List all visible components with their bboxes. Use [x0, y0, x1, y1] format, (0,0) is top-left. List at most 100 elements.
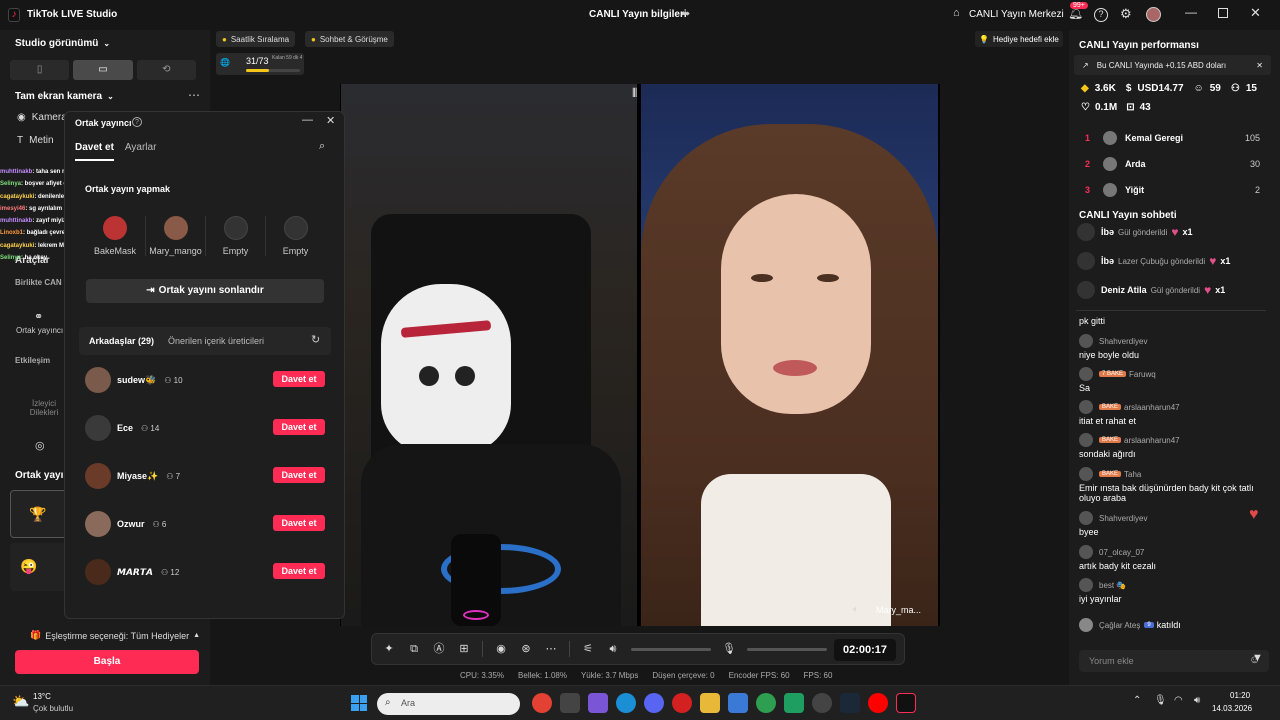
tiktok-live-icon[interactable]	[896, 693, 916, 713]
studio-view-dropdown[interactable]: Studio görünümü ⌄	[15, 38, 110, 49]
match-option-dropdown[interactable]: 🎁 Eşleştirme seçeneği: Tüm Hediyeler ▲	[30, 630, 200, 641]
minimize-icon[interactable]: —	[1185, 5, 1197, 19]
portrait-icon[interactable]: ▯	[10, 60, 70, 80]
invite-button[interactable]: Davet et	[273, 563, 325, 579]
invite-button[interactable]: Davet et	[273, 515, 325, 531]
maximize-icon[interactable]	[1218, 8, 1228, 18]
add-gift-goal-button[interactable]: 💡 Hediye hedefi ekle	[975, 31, 1063, 47]
edge-icon[interactable]	[616, 693, 636, 713]
tab-suggested[interactable]: Önerilen içerik üreticileri	[168, 336, 264, 346]
ai-icon[interactable]: Ⓐ	[432, 642, 446, 656]
rank-position: 2	[1085, 159, 1091, 169]
chrome-alt-icon[interactable]	[756, 693, 776, 713]
gift-goal-widget[interactable]: 🌐 31/73 Kalan 59 dk 48 sn	[216, 53, 304, 75]
wifi-icon[interactable]: ◠	[1174, 695, 1183, 706]
tab-friends[interactable]: Arkadaşlar (29)	[89, 336, 154, 346]
tab-invite[interactable]: Davet et	[75, 142, 114, 161]
end-cohost-button[interactable]: ⇥ Ortak yayını sonlandır	[86, 279, 324, 303]
chevron-up-icon[interactable]: ⌃	[1133, 695, 1141, 706]
friend-name: Miyase✨	[117, 470, 159, 481]
more-icon[interactable]: ⋯	[544, 642, 558, 656]
send-icon[interactable]: ▼	[1252, 652, 1263, 664]
record-icon[interactable]: ◉	[494, 642, 508, 656]
tab-settings[interactable]: Ayarlar	[125, 142, 157, 161]
gift-user: İbə	[1101, 256, 1115, 266]
cohost-slot[interactable]: BakeMask	[85, 216, 145, 256]
folder-icon[interactable]	[700, 693, 720, 713]
live-info-title[interactable]: CANLI Yayın bilgileri	[589, 9, 687, 20]
info-icon[interactable]: ?	[132, 117, 142, 127]
diamonds-value: 3.6K	[1094, 83, 1116, 94]
speaker-icon[interactable]: 🔈︎	[853, 604, 859, 615]
cohost-card-1[interactable]: 🏆	[10, 490, 68, 538]
share-icon[interactable]: ➦	[681, 7, 690, 20]
avatar	[1077, 252, 1095, 270]
invite-button[interactable]: Davet et	[273, 467, 325, 483]
source-text[interactable]: T Metin	[17, 135, 54, 146]
mic-slider[interactable]	[747, 647, 827, 651]
close-icon[interactable]: ✕	[1250, 5, 1261, 21]
cohost-slot[interactable]: Empty	[205, 216, 265, 256]
close-icon[interactable]: ✕	[326, 114, 335, 127]
gear-icon[interactable]: ⚙	[1120, 6, 1132, 22]
gift-text: Gül gönderildi	[1118, 227, 1168, 237]
chat-meet-chip[interactable]: ● Sohbet & Görüşme	[305, 31, 394, 47]
cohost-slot[interactable]: Mary_mango	[145, 216, 205, 256]
heart-icon: ♡	[1081, 102, 1090, 113]
mic-icon[interactable]: 🎙︎	[1154, 695, 1167, 706]
live-center-link[interactable]: CANLI Yayın Merkezi	[969, 9, 1064, 20]
target-icon[interactable]: ◎	[35, 439, 45, 452]
comment-input[interactable]: Yorum ekle ☺	[1079, 650, 1269, 672]
chat-text: iyi yayınlar	[1079, 594, 1122, 604]
viewer-requests-tool[interactable]: İzleyici Dilekleri	[24, 399, 64, 417]
opera-icon[interactable]	[672, 693, 692, 713]
volume-icon[interactable]: 🔊︎	[606, 642, 620, 656]
youtube-icon[interactable]	[868, 693, 888, 713]
task-view-icon[interactable]	[560, 693, 580, 713]
steam-icon[interactable]	[840, 693, 860, 713]
orientation-segment[interactable]: ▯ ▭ ⟲	[10, 60, 196, 80]
cohost-tool[interactable]: Ortak yayıncı	[16, 326, 63, 335]
replay-icon[interactable]: ⊛	[519, 642, 533, 656]
avatar[interactable]	[1146, 7, 1161, 22]
landscape-icon[interactable]: ▭	[73, 60, 133, 80]
volume-slider[interactable]	[631, 647, 711, 651]
rotate-icon[interactable]: ⟲	[136, 60, 196, 80]
rank-row[interactable]: 1 Kemal Geregi 105	[1085, 128, 1260, 148]
hourly-ranking-chip[interactable]: ● Saatlik Sıralama	[216, 31, 296, 47]
avatar	[1079, 367, 1093, 381]
discord-icon[interactable]	[644, 693, 664, 713]
rank-row[interactable]: 3 Yiğit 2	[1085, 180, 1260, 200]
teams-icon[interactable]	[588, 693, 608, 713]
split-handle-icon[interactable]: ⦀	[632, 86, 637, 101]
magic-wand-icon[interactable]: ✦	[382, 642, 396, 656]
scene-dropdown[interactable]: Tam ekran kamera ⌄	[15, 91, 114, 102]
search-icon[interactable]: ⌕	[319, 140, 325, 153]
effects-icon[interactable]: ⧉	[407, 642, 421, 656]
cohost-card-2[interactable]: 😜	[10, 543, 68, 591]
refresh-icon[interactable]: ↻	[311, 333, 320, 346]
speaker-icon[interactable]: 🔊︎	[1194, 695, 1200, 706]
more-icon[interactable]: ⋯	[188, 88, 200, 102]
app-icon[interactable]	[784, 693, 804, 713]
source-camera[interactable]: ◉ Kamera	[17, 112, 67, 123]
cohost-slot[interactable]: Empty	[265, 216, 325, 256]
store-icon[interactable]	[728, 693, 748, 713]
add-user-icon: ⚇	[1230, 83, 1240, 94]
obs-icon[interactable]	[812, 693, 832, 713]
minimize-icon[interactable]: —	[302, 114, 313, 126]
stat-item: Yükle: 3.7 Mbps	[580, 671, 639, 680]
start-button[interactable]: Başla	[15, 650, 199, 674]
invite-button[interactable]: Davet et	[273, 371, 325, 387]
mic-icon[interactable]: 🎙︎	[722, 642, 736, 656]
chrome-icon[interactable]	[532, 693, 552, 713]
help-icon[interactable]: ?	[1094, 8, 1108, 22]
add-source-icon[interactable]: ⊞	[457, 642, 471, 656]
invite-button[interactable]: Davet et	[273, 419, 325, 435]
mixer-icon[interactable]: ⚟	[581, 642, 595, 656]
rank-row[interactable]: 2 Arda 30	[1085, 154, 1260, 174]
taskbar-search[interactable]: ⌕ Ara	[377, 693, 520, 715]
windows-start-icon[interactable]	[351, 695, 367, 711]
close-icon[interactable]: ✕	[1256, 61, 1263, 70]
home-icon[interactable]: ⌂	[953, 7, 960, 19]
